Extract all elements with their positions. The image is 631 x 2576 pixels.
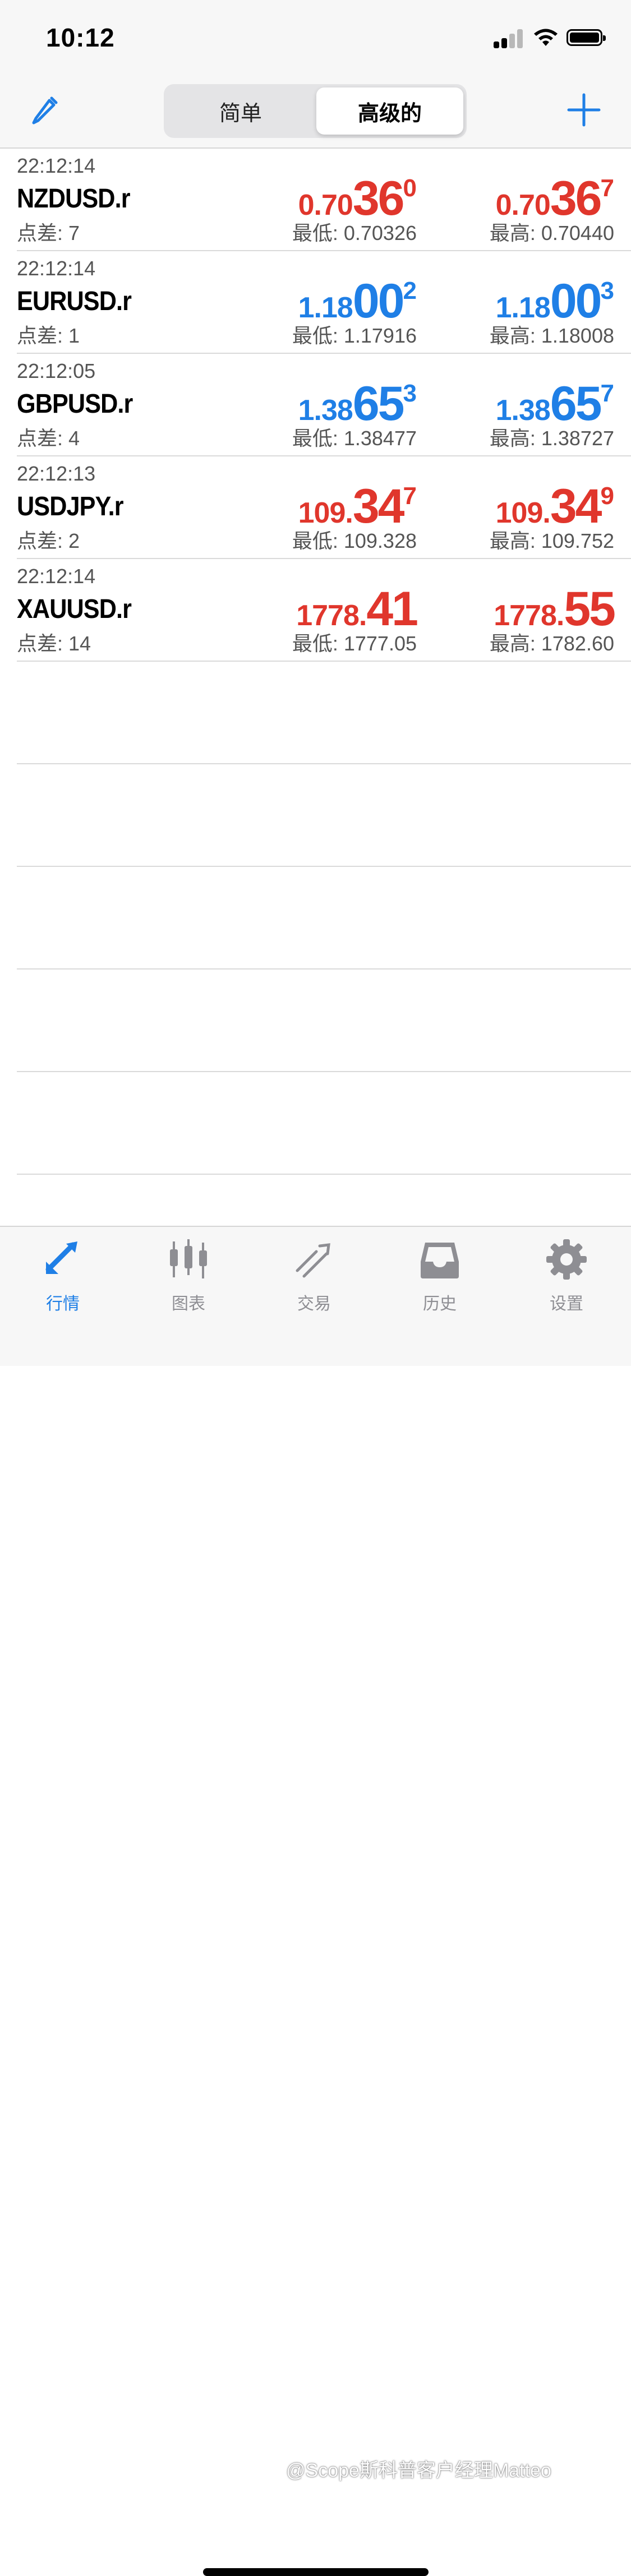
ask-price: 1.18003 xyxy=(496,274,614,328)
price-pipette: 3 xyxy=(403,380,417,407)
symbol-name: USDJPY.r xyxy=(17,492,124,521)
wifi-icon xyxy=(534,29,558,46)
segment-simple[interactable]: 简单 xyxy=(167,87,314,135)
bid-price: 1.18002 xyxy=(298,274,417,328)
spread-value: 点差: 7 xyxy=(17,221,80,244)
history-icon xyxy=(421,1243,459,1278)
empty-row xyxy=(17,662,631,764)
low-value: 最低: 1.38477 xyxy=(292,427,417,450)
price-pipette: 2 xyxy=(403,277,417,304)
empty-row xyxy=(17,764,631,867)
price-pipette: 3 xyxy=(600,277,614,304)
segment-advanced[interactable]: 高级的 xyxy=(316,87,463,135)
quotes-icon xyxy=(45,1241,77,1274)
quote-time: 22:12:14 xyxy=(17,154,96,177)
tab-trade[interactable]: 交易 xyxy=(269,1237,359,1321)
bid-price: 109.347 xyxy=(298,479,417,533)
quote-time: 22:12:14 xyxy=(17,565,96,588)
symbol-name: GBPUSD.r xyxy=(17,389,133,419)
cellular-signal-icon xyxy=(494,28,525,48)
quote-row[interactable]: 22:12:14 NZDUSD.r 点差: 7 0.70360 0.70367 最低: 0… xyxy=(17,149,631,251)
price-pipette: 7 xyxy=(600,174,614,202)
empty-row xyxy=(17,970,631,1072)
tab-history[interactable]: 历史 xyxy=(395,1237,485,1321)
tab-quotes[interactable]: 行情 xyxy=(18,1237,108,1321)
add-symbol-icon[interactable] xyxy=(566,93,601,127)
tab-label: 行情 xyxy=(46,1295,80,1313)
chart-icon xyxy=(170,1239,207,1278)
home-indicator[interactable] xyxy=(203,2568,429,2576)
symbol-name: EURUSD.r xyxy=(17,287,132,316)
high-value: 最高: 0.70440 xyxy=(489,221,614,244)
trade-icon xyxy=(296,1243,330,1278)
price-pipette: 7 xyxy=(600,380,614,407)
low-value: 最低: 1777.05 xyxy=(292,632,417,655)
spread-value: 点差: 2 xyxy=(17,529,80,552)
bid-price: 1778.41 xyxy=(296,581,418,636)
quote-row[interactable]: 22:12:13 USDJPY.r 点差: 2 109.347 109.349 最低: 1… xyxy=(17,456,631,559)
high-value: 最高: 1.18008 xyxy=(489,324,614,347)
tab-label: 设置 xyxy=(550,1295,583,1313)
tab-label: 图表 xyxy=(172,1295,205,1313)
price-pipette: 7 xyxy=(403,482,417,510)
ask-price: 0.70367 xyxy=(496,171,614,225)
bid-price: 0.70360 xyxy=(298,171,417,225)
status-bar: 10:12 xyxy=(0,0,631,79)
edit-pencil-icon[interactable] xyxy=(28,93,62,126)
ask-price: 109.349 xyxy=(496,479,614,533)
settings-icon xyxy=(546,1239,587,1280)
tab-settings[interactable]: 设置 xyxy=(522,1237,611,1321)
status-time: 10:12 xyxy=(46,23,115,52)
spread-value: 点差: 14 xyxy=(17,632,91,655)
quote-row[interactable]: 22:12:14 XAUUSD.r 点差: 14 1778.41 1778.55 最低: … xyxy=(17,559,631,662)
quotes-list: 22:12:14 NZDUSD.r 点差: 7 0.70360 0.70367 最低: 0… xyxy=(0,149,631,1175)
ask-price: 1778.55 xyxy=(494,581,616,636)
high-value: 最高: 1.38727 xyxy=(489,427,614,450)
quote-row[interactable]: 22:12:14 EURUSD.r 点差: 1 1.18002 1.18003 最低: 1… xyxy=(17,251,631,354)
quote-time: 22:12:13 xyxy=(17,462,96,485)
battery-icon xyxy=(566,29,606,46)
symbol-name: XAUUSD.r xyxy=(17,594,132,624)
price-pipette: 9 xyxy=(600,482,614,510)
tab-bar: 行情 图表 交易 历史 设置 @Scope斯科普客户经理Matteo xyxy=(0,1226,631,2576)
empty-row xyxy=(17,1072,631,1175)
view-mode-segmented-control: 简单 高级的 xyxy=(164,84,467,138)
high-value: 最高: 1782.60 xyxy=(489,632,614,655)
high-value: 最高: 109.752 xyxy=(489,529,614,552)
tab-label: 历史 xyxy=(423,1295,457,1313)
tab-label: 交易 xyxy=(297,1295,331,1313)
spread-value: 点差: 4 xyxy=(17,427,80,450)
quote-time: 22:12:05 xyxy=(17,359,96,382)
ask-price: 1.38657 xyxy=(496,376,614,431)
quote-time: 22:12:14 xyxy=(17,257,96,280)
low-value: 最低: 0.70326 xyxy=(292,221,417,244)
bid-price: 1.38653 xyxy=(298,376,417,431)
symbol-name: NZDUSD.r xyxy=(17,184,131,214)
watermark-text: @Scope斯科普客户经理Matteo xyxy=(286,2460,551,2481)
low-value: 最低: 1.17916 xyxy=(292,324,417,347)
spread-value: 点差: 1 xyxy=(17,324,80,347)
quote-row[interactable]: 22:12:05 GBPUSD.r 点差: 4 1.38653 1.38657 最低: 1… xyxy=(17,354,631,456)
tab-chart[interactable]: 图表 xyxy=(144,1237,233,1321)
navigation-bar: 简单 高级的 xyxy=(0,79,631,149)
low-value: 最低: 109.328 xyxy=(292,529,417,552)
empty-row xyxy=(17,867,631,970)
price-pipette: 0 xyxy=(403,174,417,202)
